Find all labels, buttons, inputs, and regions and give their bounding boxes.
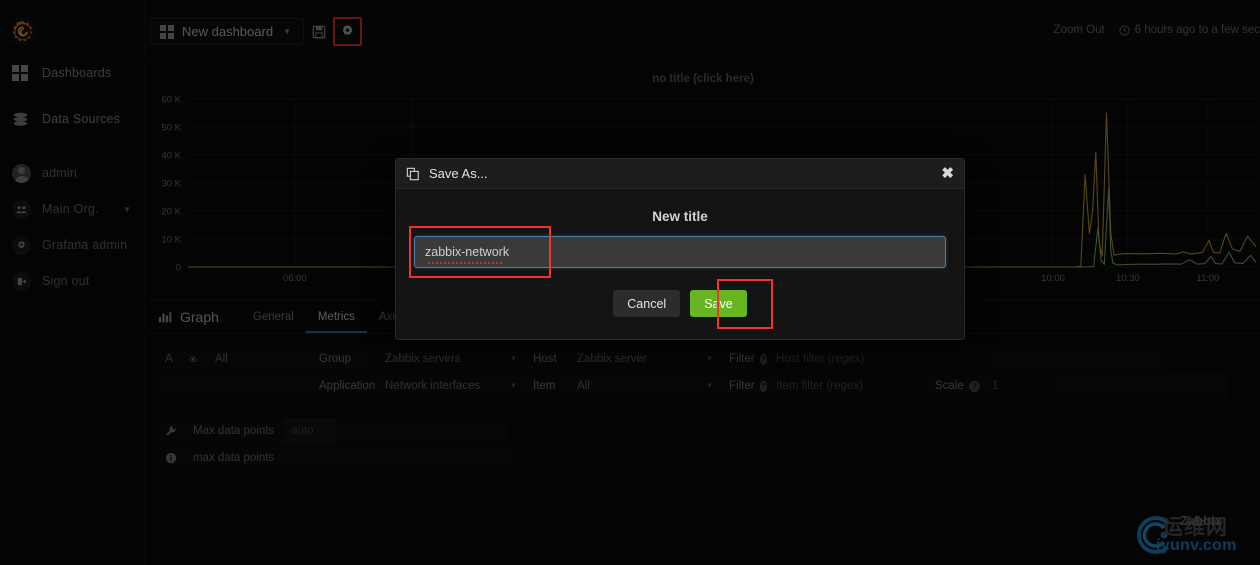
save-button[interactable]: Save xyxy=(690,290,747,317)
cancel-button[interactable]: Cancel xyxy=(613,290,681,317)
new-title-input[interactable] xyxy=(414,236,946,268)
close-icon[interactable]: ✖ xyxy=(941,166,954,181)
new-title-label: New title xyxy=(652,209,708,224)
save-as-dialog: Save As... ✖ New title Cancel Save xyxy=(395,158,965,340)
modal-title: Save As... xyxy=(429,166,488,181)
modal-body: New title Cancel Save xyxy=(396,189,964,339)
modal-actions: Cancel Save xyxy=(414,279,946,329)
copy-save-as-icon xyxy=(406,167,419,180)
grafana-app-window: Dashboards Data Sources admin xyxy=(0,0,1260,565)
new-title-field-wrapper xyxy=(409,226,946,278)
modal-header: Save As... ✖ xyxy=(396,159,964,189)
